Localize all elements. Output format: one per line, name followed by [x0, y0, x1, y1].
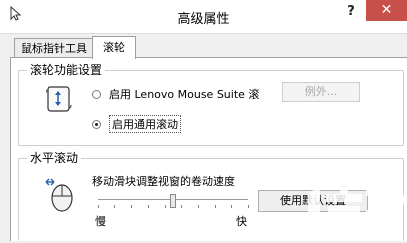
radio-label-universal: 启用通用滚动 — [109, 115, 181, 133]
tab-strip: 鼠标指针工具 滚轮 — [0, 36, 407, 59]
radio-button[interactable] — [92, 89, 101, 99]
radio-button-selected[interactable] — [92, 119, 101, 129]
slider-tick — [114, 205, 115, 208]
close-button[interactable]: ✕ — [366, 0, 407, 21]
tab-pointer-tools[interactable]: 鼠标指针工具 — [14, 38, 94, 58]
radio-label-lenovo: 启用 Lenovo Mouse Suite 滚 — [109, 88, 260, 101]
title-bar: 高级属性 ? ✕ — [0, 0, 407, 34]
group-title-wheel-function: 滚轮功能设置 — [27, 63, 106, 77]
scroll-document-icon — [45, 84, 72, 117]
tab-wheel[interactable]: 滚轮 — [92, 36, 136, 59]
group-title-horizontal-scroll: 水平滚动 — [27, 151, 82, 165]
slider-tick — [165, 205, 166, 208]
speed-slider-track[interactable] — [98, 194, 248, 208]
slider-tick — [148, 205, 149, 208]
slider-tick — [181, 205, 182, 208]
slider-tick — [231, 205, 232, 208]
help-button[interactable]: ? — [338, 2, 364, 22]
slider-tick — [215, 205, 216, 208]
slider-tick — [198, 205, 199, 208]
fast-label: 快 — [236, 215, 247, 228]
speed-slider-thumb[interactable] — [170, 194, 176, 208]
slider-tick — [248, 205, 249, 208]
radio-option-universal[interactable]: 启用通用滚动 — [92, 115, 181, 133]
exceptions-button[interactable]: 例外... — [282, 82, 360, 102]
slider-instruction: 移动滑块调整视窗的卷动速度 — [92, 175, 235, 188]
slider-tick — [131, 205, 132, 208]
slider-tick — [98, 205, 99, 208]
mouse-icon — [44, 174, 78, 217]
close-icon: ✕ — [380, 2, 393, 18]
site-watermark — [300, 180, 407, 240]
slow-label: 慢 — [95, 215, 106, 228]
radio-option-lenovo[interactable]: 启用 Lenovo Mouse Suite 滚 — [92, 86, 259, 102]
